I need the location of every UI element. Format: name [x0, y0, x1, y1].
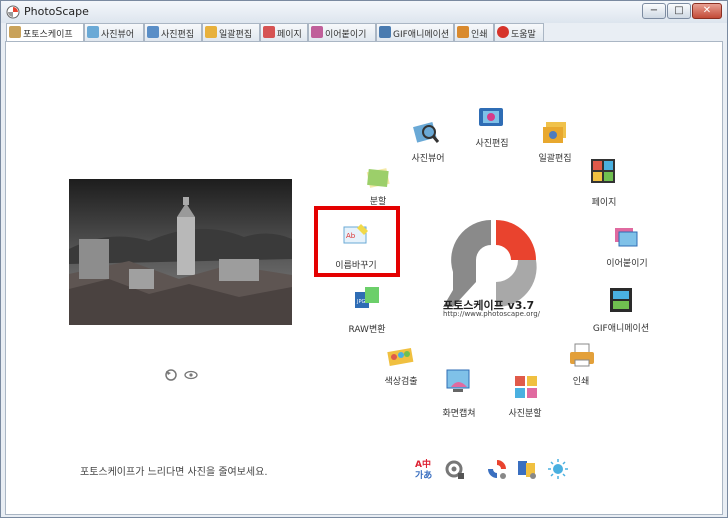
photoscape-logo — [443, 220, 537, 307]
editor-menu-label[interactable]: 사진편집 — [475, 136, 508, 149]
title-bar: PhotoScape − □ ✕ — [1, 1, 727, 23]
svg-text:A中: A中 — [415, 458, 431, 470]
editor-menu-icon[interactable] — [476, 102, 506, 132]
page-menu-icon[interactable] — [588, 156, 618, 186]
photoscape-window: PhotoScape − □ ✕ 포토스케이프 사진뷰어 사진편집 일괄편집 페… — [0, 0, 728, 518]
colorpicker-menu-icon[interactable] — [385, 340, 415, 370]
svg-text:가あ: 가あ — [415, 469, 432, 481]
tab-editor[interactable]: 사진편집 — [144, 23, 202, 41]
photo-rotate-controls — [164, 367, 204, 381]
settings-icon[interactable] — [444, 457, 466, 481]
tab-bar: 포토스케이프 사진뷰어 사진편집 일괄편집 페이지 이어붙이기 GIF애니메이션 — [4, 23, 724, 42]
page-icon — [263, 26, 275, 38]
viewer-menu-label[interactable]: 사진뷰어 — [411, 151, 444, 164]
photoscape-update-icon[interactable] — [486, 457, 508, 481]
combine-icon — [311, 26, 323, 38]
rotate-left-icon[interactable] — [165, 369, 177, 381]
tab-print[interactable]: 인쇄 — [454, 23, 494, 41]
window-title: PhotoScape — [24, 5, 89, 18]
editor-icon — [147, 26, 159, 38]
print-menu-icon[interactable] — [567, 340, 597, 370]
brand-url[interactable]: http://www.photoscape.org/ — [443, 310, 540, 318]
capture-menu-label[interactable]: 화면캡쳐 — [442, 406, 475, 419]
page-menu-label[interactable]: 페이지 — [592, 195, 617, 208]
tab-batch[interactable]: 일괄편집 — [202, 23, 260, 41]
skin-icon[interactable] — [516, 457, 538, 481]
brightness-icon[interactable] — [547, 457, 569, 481]
language-icon[interactable]: A中 가あ — [414, 457, 436, 481]
gif-menu-label[interactable]: GIF애니메이션 — [593, 321, 649, 334]
viewer-icon — [87, 26, 99, 38]
tab-page[interactable]: 페이지 — [260, 23, 308, 41]
gif-menu-icon[interactable] — [606, 285, 636, 315]
batch-menu-icon[interactable] — [540, 118, 570, 148]
batch-icon — [205, 26, 217, 38]
gif-icon — [379, 26, 391, 38]
print-icon — [457, 26, 469, 38]
tab-help[interactable]: 도움말 — [494, 23, 544, 41]
rename-highlight-box — [314, 206, 400, 277]
colorpicker-menu-label[interactable]: 색상검출 — [384, 374, 417, 387]
sample-photo[interactable] — [69, 179, 292, 325]
viewer-menu-icon[interactable] — [411, 118, 441, 148]
splitter-menu-icon[interactable] — [363, 162, 393, 192]
tab-combine[interactable]: 이어붙이기 — [308, 23, 376, 41]
raw-menu-label[interactable]: RAW변환 — [348, 322, 385, 335]
close-button[interactable]: ✕ — [692, 3, 722, 19]
photoscape-icon — [9, 26, 21, 38]
maximize-button[interactable]: □ — [667, 3, 691, 19]
split-menu-icon[interactable] — [511, 372, 541, 402]
tab-viewer[interactable]: 사진뷰어 — [84, 23, 144, 41]
raw-menu-icon[interactable]: JPG — [352, 283, 382, 313]
batch-menu-label[interactable]: 일괄편집 — [538, 151, 571, 164]
svg-text:JPG: JPG — [356, 299, 365, 305]
hint-text: 포토스케이프가 느리다면 사진을 줄여보세요. — [80, 467, 268, 478]
print-menu-label[interactable]: 인쇄 — [573, 374, 590, 387]
tab-gif[interactable]: GIF애니메이션 — [376, 23, 454, 41]
split-menu-label[interactable]: 사진분할 — [508, 406, 541, 419]
capture-menu-icon[interactable] — [443, 365, 473, 395]
view-eye-icon[interactable] — [184, 370, 198, 380]
help-icon — [497, 26, 509, 38]
minimize-button[interactable]: − — [642, 3, 666, 19]
photoscape-app-icon — [6, 5, 20, 19]
combine-menu-icon[interactable] — [611, 222, 641, 252]
home-panel: 포토스케이프가 느리다면 사진을 줄여보세요. 사진뷰어 사진편집 일괄편집 페… — [5, 41, 723, 515]
combine-menu-label[interactable]: 이어붙이기 — [606, 256, 647, 269]
tab-photoscape[interactable]: 포토스케이프 — [6, 23, 84, 42]
